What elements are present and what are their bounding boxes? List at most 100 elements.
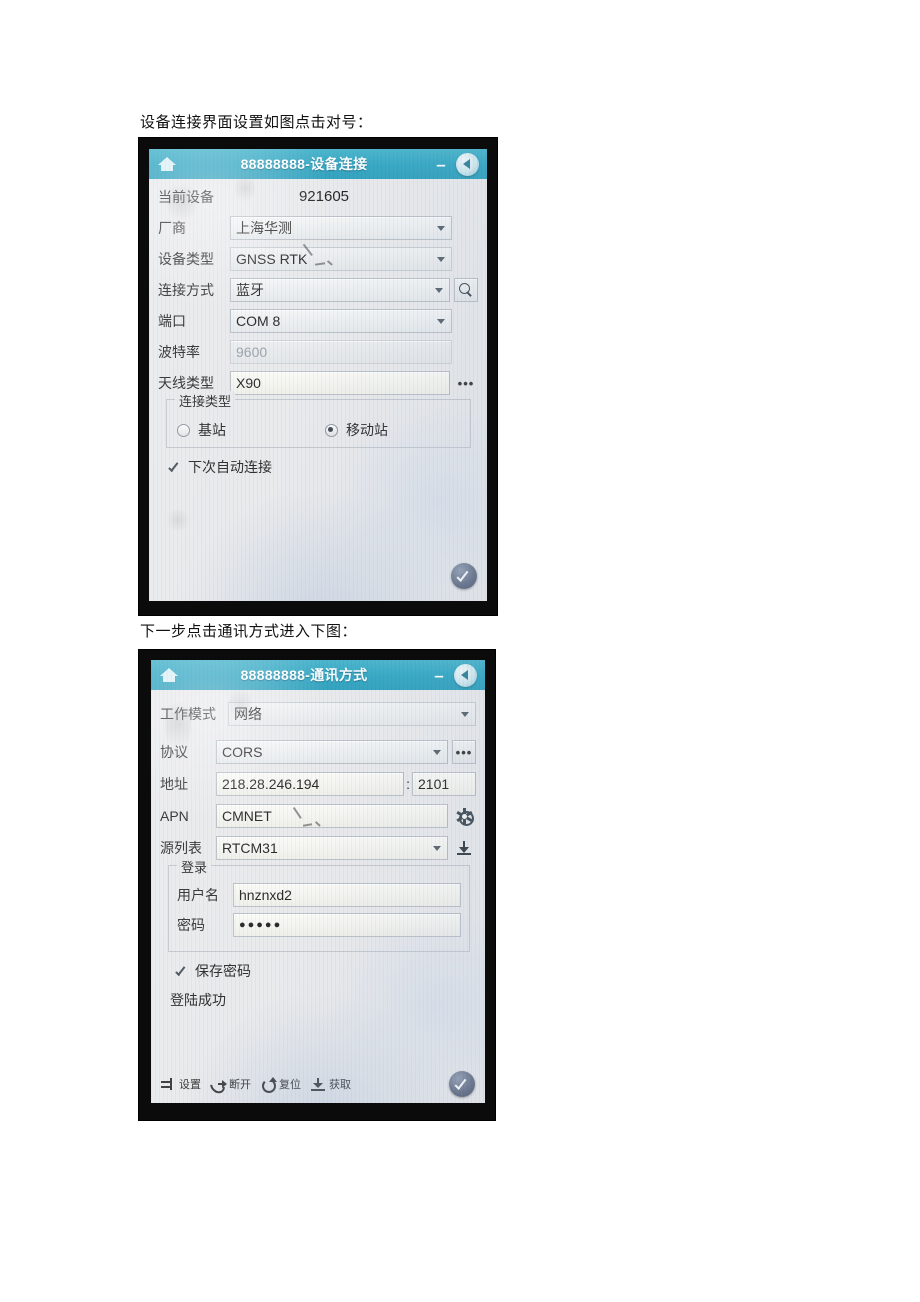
port-value: 2101 <box>418 776 450 792</box>
device-screen-1: 88888888-设备连接 – 当前设备 921605 厂商 上海华测 设备类型… <box>149 149 487 601</box>
connection-type-legend: 连接类型 <box>175 391 236 410</box>
search-icon[interactable] <box>454 278 478 302</box>
toolbar-label: 断开 <box>229 1079 251 1091</box>
field-row-username: 用户名 hnznxd2 <box>177 883 461 907</box>
field-row-port: 端口 COM 8 <box>158 309 478 333</box>
address-port-separator: : <box>406 776 410 792</box>
titlebar-1: 88888888-设备连接 – <box>149 149 487 179</box>
field-row-address: 地址 218.28.246.194 : 2101 <box>160 772 476 796</box>
login-group: 登录 用户名 hnznxd2 密码 ●●●●● <box>168 857 470 952</box>
port-value: COM 8 <box>236 313 281 329</box>
chevron-down-icon <box>461 712 469 717</box>
source-list-dropdown[interactable]: RTCM31 <box>216 836 448 860</box>
device-type-dropdown[interactable]: GNSS RTK <box>230 247 452 271</box>
minimize-button[interactable]: – <box>430 156 452 173</box>
chevron-down-icon <box>433 846 441 851</box>
chevron-down-icon <box>433 750 441 755</box>
save-password-checkbox[interactable]: 保存密码 <box>175 961 251 981</box>
field-row-connection-method: 连接方式 蓝牙 <box>158 278 478 302</box>
password-input[interactable]: ●●●●● <box>233 913 461 937</box>
back-arrow-icon[interactable] <box>454 663 477 687</box>
baudrate-dropdown[interactable]: 9600 <box>230 340 452 364</box>
home-icon[interactable] <box>156 154 178 174</box>
apn-input[interactable]: CMNET <box>216 804 448 828</box>
download-icon <box>311 1077 326 1091</box>
field-row-apn: APN CMNET <box>160 804 476 828</box>
home-icon[interactable] <box>158 665 180 685</box>
download-icon[interactable] <box>452 836 476 860</box>
check-icon <box>168 461 180 473</box>
toolbar-button-reset[interactable]: 复位 <box>261 1076 301 1093</box>
device-screen-2: 88888888-通讯方式 – 工作模式 网络 协议 CORS ••• 地址 2… <box>151 660 485 1103</box>
paragraph-2: 下一步点击通讯方式进入下图： <box>140 624 358 640</box>
field-label: 地址 <box>160 776 188 792</box>
check-icon <box>456 570 471 582</box>
login-legend: 登录 <box>177 857 212 876</box>
connection-method-dropdown[interactable]: 蓝牙 <box>230 278 450 302</box>
disconnect-icon <box>207 1075 228 1096</box>
field-row-current-device: 当前设备 921605 <box>158 187 478 207</box>
titlebar-2: 88888888-通讯方式 – <box>151 660 485 690</box>
field-row-protocol: 协议 CORS ••• <box>160 740 476 764</box>
chevron-down-icon <box>437 319 445 324</box>
minimize-button[interactable]: – <box>428 667 450 684</box>
field-row-manufacturer: 厂商 上海华测 <box>158 216 478 240</box>
toolbar-button-disconnect[interactable]: 断开 <box>207 1075 251 1096</box>
radio-label: 基站 <box>198 422 226 438</box>
address-input[interactable]: 218.28.246.194 <box>216 772 405 796</box>
username-input[interactable]: hnznxd2 <box>233 883 461 907</box>
auto-connect-checkbox[interactable]: 下次自动连接 <box>168 457 272 477</box>
antenna-type-value: X90 <box>236 375 261 391</box>
chevron-down-icon <box>437 226 445 231</box>
toolbar-label: 设置 <box>179 1079 201 1091</box>
work-mode-dropdown[interactable]: 网络 <box>228 702 476 726</box>
port-dropdown[interactable]: COM 8 <box>230 309 452 333</box>
manufacturer-dropdown[interactable]: 上海华测 <box>230 216 452 240</box>
field-label: 当前设备 <box>158 189 214 205</box>
password-label: 密码 <box>177 917 205 933</box>
field-label: 端口 <box>158 313 186 329</box>
save-password-label: 保存密码 <box>195 963 251 979</box>
address-value: 218.28.246.194 <box>222 776 320 792</box>
document-page: 设备连接界面设置如图点击对号： 88888888-设备连接 – 当前设备 921… <box>0 0 920 1302</box>
work-mode-label: 工作模式 <box>160 706 216 722</box>
toolbar-button-fetch[interactable]: 获取 <box>311 1076 351 1092</box>
apn-value: CMNET <box>222 808 272 824</box>
confirm-button[interactable] <box>451 563 477 589</box>
ellipsis-icon[interactable]: ••• <box>452 740 476 764</box>
reset-icon <box>261 1076 277 1093</box>
connection-type-group: 连接类型 基站 移动站 <box>166 391 471 448</box>
field-label: 波特率 <box>158 344 200 360</box>
settings-icon <box>161 1077 176 1091</box>
radio-label: 移动站 <box>346 422 388 438</box>
port-input[interactable]: 2101 <box>412 772 476 796</box>
back-arrow-icon[interactable] <box>456 152 479 176</box>
field-row-baudrate: 波特率 9600 <box>158 340 478 364</box>
radio-rover-station[interactable]: 移动站 <box>325 420 388 440</box>
ellipsis-icon[interactable]: ••• <box>454 371 478 395</box>
check-icon <box>454 1078 469 1090</box>
photo-smudge <box>165 509 191 531</box>
device-type-value: GNSS RTK <box>236 251 308 267</box>
device-photo-communication-mode: 88888888-通讯方式 – 工作模式 网络 协议 CORS ••• 地址 2… <box>139 650 495 1120</box>
baudrate-value: 9600 <box>236 344 268 360</box>
field-row-work-mode: 工作模式 网络 <box>160 702 476 726</box>
username-value: hnznxd2 <box>239 887 292 903</box>
auto-connect-label: 下次自动连接 <box>188 459 272 475</box>
toolbar-button-settings[interactable]: 设置 <box>161 1076 201 1092</box>
paragraph-1: 设备连接界面设置如图点击对号： <box>140 115 373 131</box>
protocol-value: CORS <box>222 744 263 760</box>
field-label: 厂商 <box>158 220 186 236</box>
username-label: 用户名 <box>177 887 219 903</box>
gear-icon[interactable] <box>452 804 476 828</box>
protocol-dropdown[interactable]: CORS <box>216 740 448 764</box>
window-title: 88888888-通讯方式 <box>240 667 368 683</box>
confirm-button[interactable] <box>449 1071 475 1097</box>
field-label: 协议 <box>160 744 188 760</box>
bottom-toolbar: 设置 断开 复位 获取 <box>151 1069 485 1099</box>
field-row-password: 密码 ●●●●● <box>177 913 461 937</box>
toolbar-label: 复位 <box>279 1079 301 1091</box>
radio-base-station[interactable]: 基站 <box>177 420 226 440</box>
field-label: 设备类型 <box>158 251 214 267</box>
antenna-type-input[interactable]: X90 <box>230 371 450 395</box>
